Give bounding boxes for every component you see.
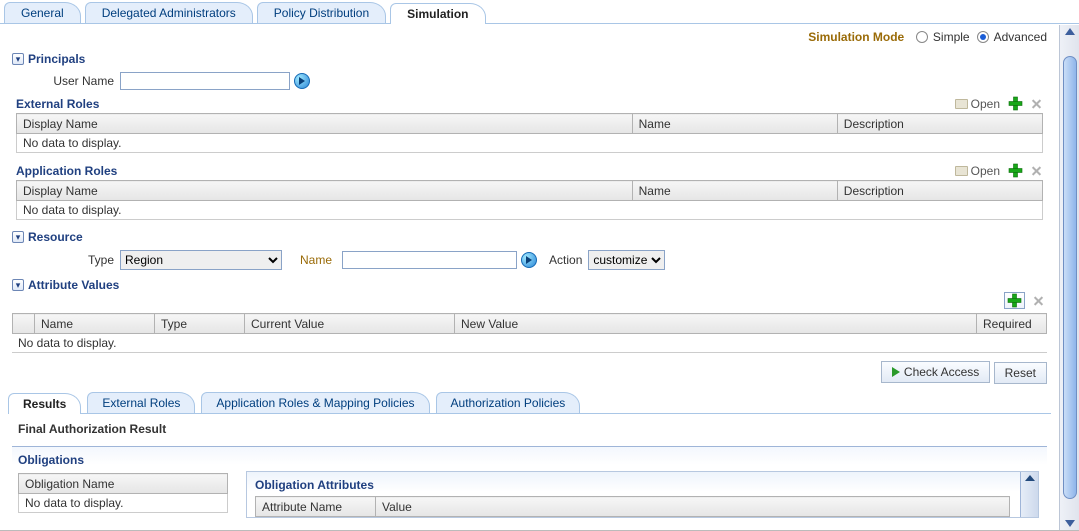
collapse-icon[interactable]: ▾	[12, 279, 24, 291]
col-obligation-name[interactable]: Obligation Name	[19, 474, 228, 494]
tab-results[interactable]: Results	[8, 393, 81, 414]
application-roles-delete-icon[interactable]	[1029, 164, 1043, 178]
obligation-attributes-scrollbar[interactable]	[1020, 472, 1038, 517]
results-tabs: Results External Roles Application Roles…	[8, 390, 1051, 414]
col-name[interactable]: Name	[35, 314, 155, 334]
tab-delegated-administrators[interactable]: Delegated Administrators	[85, 2, 253, 23]
attribute-add-button[interactable]	[1004, 292, 1025, 309]
reset-button[interactable]: Reset	[994, 362, 1047, 384]
reset-label: Reset	[1005, 366, 1036, 380]
col-current-value[interactable]: Current Value	[245, 314, 455, 334]
scroll-down-icon[interactable]	[1065, 520, 1075, 527]
tab-simulation[interactable]: Simulation	[390, 3, 485, 24]
tab-general[interactable]: General	[4, 2, 81, 23]
application-roles-add-icon[interactable]	[1008, 163, 1023, 178]
attribute-values-title: Attribute Values	[28, 278, 119, 292]
button-bar: Check Access Reset	[4, 361, 1047, 384]
open-label: Open	[971, 164, 1000, 178]
scroll-up-icon[interactable]	[1025, 475, 1035, 481]
application-roles-table: Display Name Name Description	[16, 180, 1043, 201]
external-roles-nodata: No data to display.	[16, 134, 1043, 153]
attribute-values-section: ▾ Attribute Values Name Type Current Val…	[12, 278, 1047, 353]
external-roles-add-icon[interactable]	[1008, 96, 1023, 111]
col-type[interactable]: Type	[155, 314, 245, 334]
attribute-values-table: Name Type Current Value New Value Requir…	[12, 313, 1047, 334]
resource-section: ▾ Resource Type Region Name Action custo…	[12, 230, 1047, 270]
tab-external-roles[interactable]: External Roles	[87, 392, 195, 413]
tab-authorization-policies[interactable]: Authorization Policies	[436, 392, 581, 413]
obligations-nodata: No data to display.	[18, 494, 228, 513]
application-roles-open-link[interactable]: Open	[955, 164, 1000, 178]
content-area: Simulation Mode Simple Advanced ▾ Princi…	[0, 24, 1059, 530]
principals-section: ▾ Principals User Name External Roles Op…	[12, 52, 1047, 220]
col-description[interactable]: Description	[837, 114, 1042, 134]
obligations-section: Obligations Obligation Name No data to d…	[12, 446, 1047, 520]
username-go-icon[interactable]	[294, 73, 310, 89]
check-access-label: Check Access	[904, 365, 979, 379]
principals-title: Principals	[28, 52, 85, 66]
obligation-attributes-panel: Obligation Attributes Attribute Name Val…	[246, 471, 1039, 518]
scroll-thumb[interactable]	[1063, 56, 1077, 499]
tab-app-roles-mapping[interactable]: Application Roles & Mapping Policies	[201, 392, 429, 413]
col-required[interactable]: Required	[977, 314, 1047, 334]
resource-type-select[interactable]: Region	[120, 250, 282, 270]
radio-advanced[interactable]	[977, 31, 989, 43]
attribute-delete-icon[interactable]	[1031, 294, 1045, 308]
username-label: User Name	[12, 74, 120, 88]
resource-name-go-icon[interactable]	[521, 252, 537, 268]
col-attribute-name[interactable]: Attribute Name	[256, 497, 376, 517]
tab-policy-distribution[interactable]: Policy Distribution	[257, 2, 386, 23]
plus-icon	[1007, 293, 1022, 308]
resource-action-select[interactable]: customize	[588, 250, 665, 270]
col-name[interactable]: Name	[632, 181, 837, 201]
application-roles-nodata: No data to display.	[16, 201, 1043, 220]
external-roles-open-link[interactable]: Open	[955, 97, 1000, 111]
open-label: Open	[971, 97, 1000, 111]
obligation-attributes-table: Attribute Name Value	[255, 496, 1010, 517]
col-name[interactable]: Name	[632, 114, 837, 134]
resource-name-input[interactable]	[342, 251, 517, 269]
external-roles-table: Display Name Name Description	[16, 113, 1043, 134]
radio-advanced-label: Advanced	[994, 30, 1047, 44]
resource-type-label: Type	[12, 253, 120, 267]
top-tabs: General Delegated Administrators Policy …	[0, 0, 1079, 24]
simulation-mode-label: Simulation Mode	[808, 30, 904, 44]
collapse-icon[interactable]: ▾	[12, 231, 24, 243]
col-display-name[interactable]: Display Name	[17, 114, 633, 134]
username-input[interactable]	[120, 72, 290, 90]
radio-simple-label: Simple	[933, 30, 970, 44]
radio-simple[interactable]	[916, 31, 928, 43]
obligations-title: Obligations	[18, 453, 1039, 467]
results-area: Final Authorization Result Obligations O…	[12, 422, 1047, 520]
simulation-mode-row: Simulation Mode Simple Advanced	[4, 24, 1055, 48]
resource-name-label: Name	[300, 253, 338, 267]
application-roles-title: Application Roles	[16, 164, 117, 178]
collapse-icon[interactable]: ▾	[12, 53, 24, 65]
scroll-up-icon[interactable]	[1065, 28, 1075, 35]
attribute-values-nodata: No data to display.	[12, 334, 1047, 353]
final-authorization-result-title: Final Authorization Result	[18, 422, 1041, 436]
resource-title: Resource	[28, 230, 83, 244]
external-roles-block: External Roles Open Display Name Name	[16, 96, 1043, 153]
application-roles-block: Application Roles Open Display Name Name	[16, 163, 1043, 220]
obligation-attributes-title: Obligation Attributes	[255, 478, 1030, 492]
obligations-left: Obligation Name No data to display.	[18, 471, 228, 513]
col-description[interactable]: Description	[837, 181, 1042, 201]
col-selector[interactable]	[13, 314, 35, 334]
col-value[interactable]: Value	[376, 497, 1010, 517]
folder-icon	[955, 166, 968, 176]
scrollbar[interactable]	[1059, 25, 1079, 530]
external-roles-title: External Roles	[16, 97, 99, 111]
obligations-table: Obligation Name	[18, 473, 228, 494]
folder-icon	[955, 99, 968, 109]
external-roles-delete-icon[interactable]	[1029, 97, 1043, 111]
col-display-name[interactable]: Display Name	[17, 181, 633, 201]
check-access-button[interactable]: Check Access	[881, 361, 990, 383]
resource-action-label: Action	[549, 253, 582, 267]
col-new-value[interactable]: New Value	[455, 314, 977, 334]
